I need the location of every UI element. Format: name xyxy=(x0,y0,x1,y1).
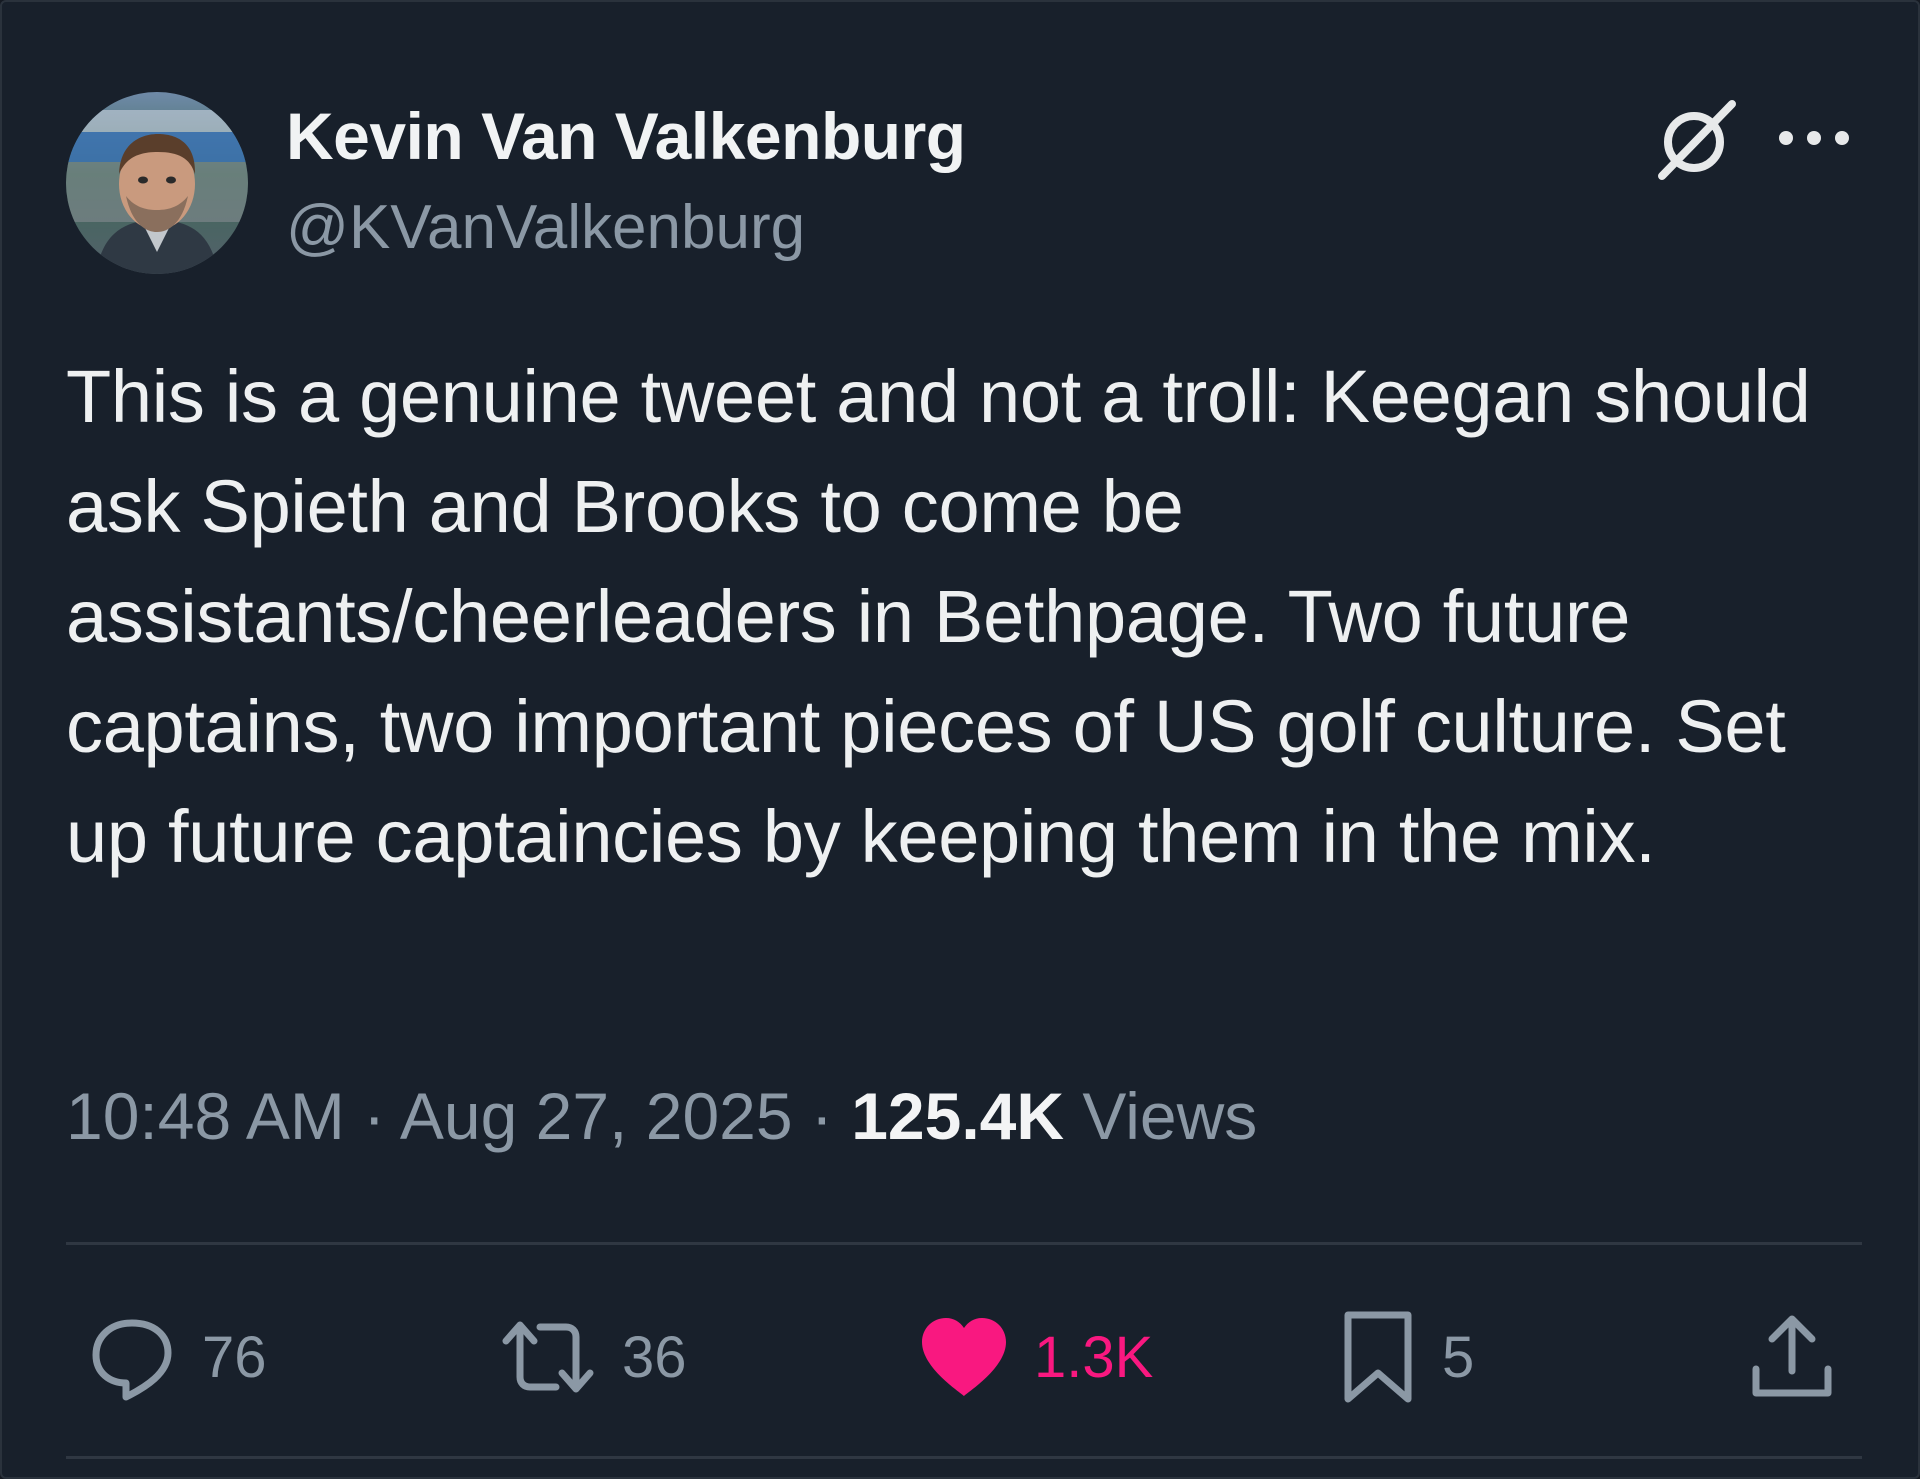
bookmark-icon xyxy=(1344,1311,1412,1403)
grok-icon[interactable] xyxy=(1650,94,1740,184)
reply-count: 76 xyxy=(202,1324,267,1390)
like-button[interactable]: 1.3K xyxy=(918,1302,1153,1412)
meta-separator: · xyxy=(344,1079,400,1153)
tweet-text: This is a genuine tweet and not a troll:… xyxy=(66,355,1811,878)
share-icon xyxy=(1752,1315,1832,1397)
views-count[interactable]: 125.4K xyxy=(851,1079,1064,1153)
divider-bottom xyxy=(66,1456,1862,1459)
action-bar: 76 36 1.3K 5 xyxy=(66,1302,1862,1412)
repost-button[interactable]: 36 xyxy=(498,1302,687,1412)
heart-icon xyxy=(922,1318,1006,1396)
share-button[interactable] xyxy=(1746,1302,1838,1412)
author-display-name[interactable]: Kevin Van Valkenburg xyxy=(286,98,966,174)
tweet-meta: 10:48 AM · Aug 27, 2025 · 125.4K Views xyxy=(66,1078,1257,1154)
reply-icon xyxy=(92,1319,172,1401)
repost-icon xyxy=(502,1321,594,1393)
repost-count: 36 xyxy=(622,1324,687,1390)
divider-top xyxy=(66,1242,1862,1245)
meta-separator: · xyxy=(792,1079,852,1153)
grok-icon-glyph xyxy=(1658,100,1736,180)
reply-button[interactable]: 76 xyxy=(86,1302,267,1412)
bookmark-button[interactable]: 5 xyxy=(1338,1302,1474,1412)
author-avatar[interactable] xyxy=(66,92,248,274)
author-handle[interactable]: @KVanValkenburg xyxy=(286,192,805,263)
tweet-date[interactable]: Aug 27, 2025 xyxy=(400,1079,793,1153)
avatar-photo xyxy=(66,92,248,274)
tweet-card: Kevin Van Valkenburg @KVanValkenburg Thi… xyxy=(0,0,1920,1479)
views-label: Views xyxy=(1064,1079,1258,1153)
like-count: 1.3K xyxy=(1034,1324,1154,1390)
bookmark-count: 5 xyxy=(1442,1324,1475,1390)
more-icon[interactable] xyxy=(1776,120,1852,156)
tweet-time[interactable]: 10:48 AM xyxy=(66,1079,345,1153)
more-dots-glyph xyxy=(1779,131,1849,145)
